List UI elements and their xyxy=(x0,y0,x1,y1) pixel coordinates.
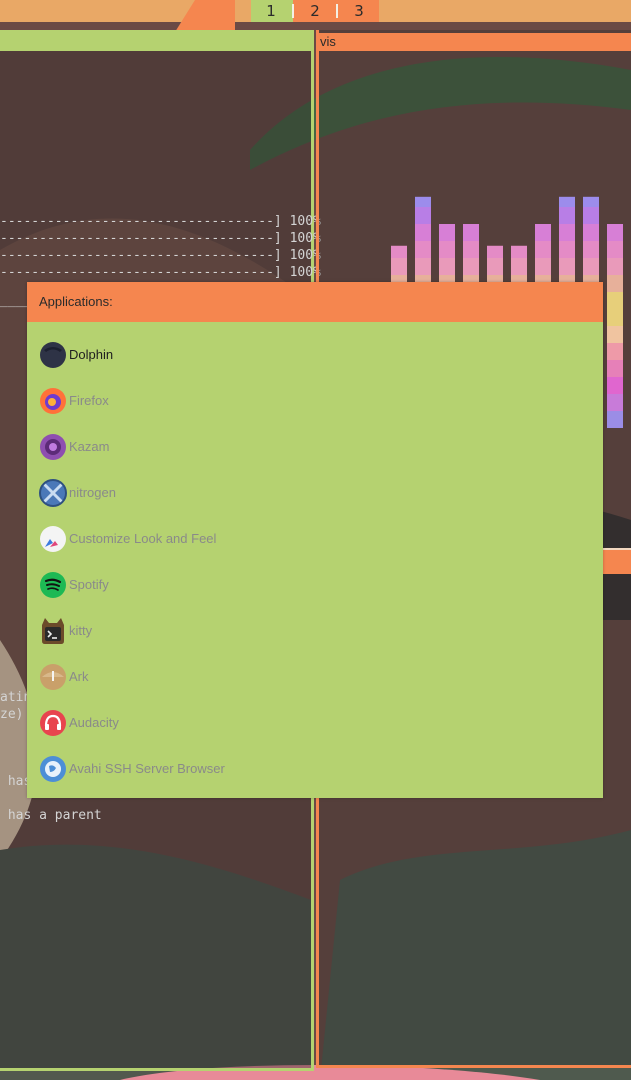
app-item-kazam[interactable]: Kazam xyxy=(27,426,603,472)
kazam-icon xyxy=(40,434,66,460)
app-item-dolphin[interactable]: Dolphin xyxy=(27,334,603,380)
app-item-customize-look-and-feel[interactable]: Customize Look and Feel xyxy=(27,518,603,564)
spotify-icon xyxy=(40,572,66,598)
terminal-titlebar[interactable] xyxy=(0,30,311,51)
visualizer-titlebar[interactable]: vis xyxy=(316,33,631,51)
terminal-line: -----------------------------------] 100… xyxy=(0,231,321,246)
terminal-line: ze) xyxy=(0,707,24,722)
terminal-line: has a parent xyxy=(0,808,102,823)
customize-look-icon xyxy=(40,526,66,552)
audacity-icon xyxy=(40,710,66,736)
workspace-switcher: 1 2 3 xyxy=(251,0,379,22)
app-item-avahi-ssh-server-browser[interactable]: Avahi SSH Server Browser xyxy=(27,748,603,794)
app-label: Customize Look and Feel xyxy=(69,531,217,546)
app-label: Spotify xyxy=(69,577,109,592)
workspace-separator xyxy=(335,0,339,22)
topbar-decoration xyxy=(175,0,235,32)
workspace-1[interactable]: 1 xyxy=(251,0,291,22)
terminal-line: -----------------------------------] 100… xyxy=(0,214,321,229)
app-label: Avahi SSH Server Browser xyxy=(69,761,225,776)
app-label: Ark xyxy=(69,669,89,684)
terminal-line: -----------------------------------] 100… xyxy=(0,265,321,280)
app-item-kitty[interactable]: kitty xyxy=(27,610,603,656)
app-item-ark[interactable]: Ark xyxy=(27,656,603,702)
workspace-3[interactable]: 3 xyxy=(339,0,379,22)
app-label: Audacity xyxy=(69,715,119,730)
app-launcher: Applications: Dolphin Firefox Kazam nitr… xyxy=(27,282,603,798)
app-label: kitty xyxy=(69,623,93,638)
ark-icon xyxy=(40,664,66,690)
window-title: vis xyxy=(320,34,336,49)
nitrogen-icon xyxy=(39,479,67,507)
app-label: Kazam xyxy=(69,439,110,454)
app-label: Firefox xyxy=(69,393,109,408)
workspace-separator xyxy=(291,0,295,22)
window-edge xyxy=(603,548,631,574)
app-item-audacity[interactable]: Audacity xyxy=(27,702,603,748)
app-item-spotify[interactable]: Spotify xyxy=(27,564,603,610)
firefox-icon xyxy=(40,388,66,414)
app-item-nitrogen[interactable]: nitrogen xyxy=(27,472,603,518)
launcher-header: Applications: xyxy=(27,282,603,322)
kitty-icon xyxy=(42,618,64,644)
app-label: Dolphin xyxy=(69,347,114,362)
avahi-ssh-icon xyxy=(40,756,66,782)
terminal-line: -----------------------------------] 100… xyxy=(0,248,321,263)
app-label: nitrogen xyxy=(69,485,116,500)
dolphin-icon xyxy=(40,342,66,368)
app-item-firefox[interactable]: Firefox xyxy=(27,380,603,426)
workspace-2[interactable]: 2 xyxy=(295,0,335,22)
